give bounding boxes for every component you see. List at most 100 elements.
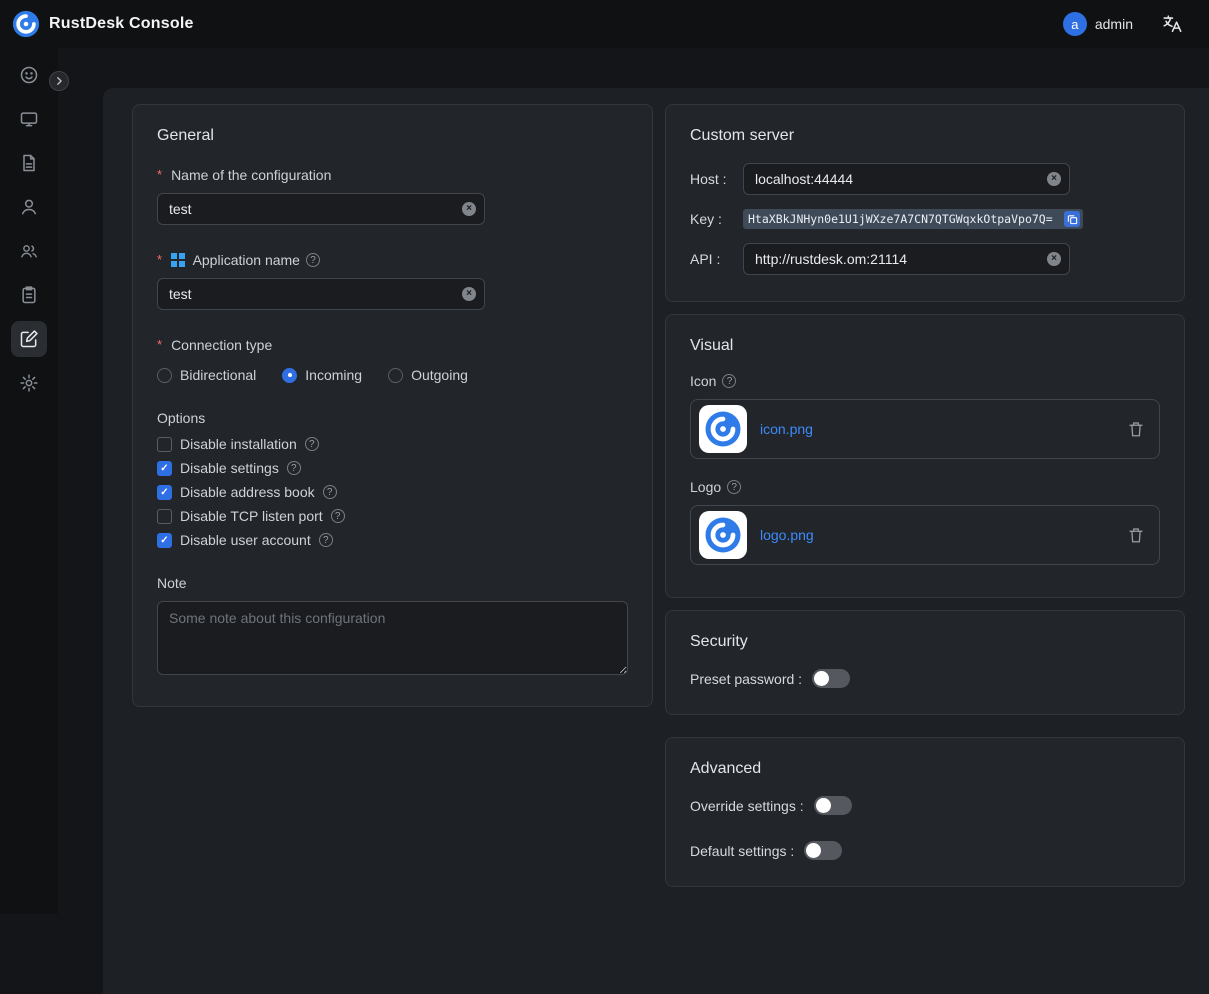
- option-disable-tcp-listen-port[interactable]: Disable TCP listen port: [157, 508, 628, 524]
- icon-file-link[interactable]: icon.png: [760, 421, 813, 437]
- key-label: Key :: [690, 211, 743, 227]
- preset-password-label: Preset password :: [690, 671, 802, 687]
- option-disable-user-account[interactable]: Disable user account: [157, 532, 628, 548]
- users-icon: [19, 241, 39, 261]
- key-value-field: HtaXBkJNHyn0e1U1jWXze7A7CN7QTGWqxkOtpaVp…: [743, 209, 1083, 229]
- security-title: Security: [690, 633, 1160, 651]
- gear-icon: [19, 373, 39, 393]
- name-field-label: Name of the configuration: [157, 167, 628, 183]
- logo-file-box: logo.png: [690, 505, 1160, 565]
- note-textarea[interactable]: [157, 601, 628, 675]
- copy-icon[interactable]: [1064, 211, 1080, 227]
- default-settings-label: Default settings :: [690, 843, 794, 859]
- api-input[interactable]: [743, 243, 1070, 275]
- app-name-label: Application name: [157, 252, 628, 268]
- clear-icon[interactable]: [1047, 172, 1061, 186]
- sidebar-collapse-button[interactable]: [49, 71, 69, 91]
- option-disable-address-book[interactable]: Disable address book: [157, 484, 628, 500]
- security-card: Security Preset password :: [665, 610, 1185, 715]
- checkbox[interactable]: [157, 485, 172, 500]
- rustdesk-logo-icon: [12, 10, 40, 38]
- help-icon[interactable]: [331, 509, 345, 523]
- note-label: Note: [157, 575, 628, 591]
- sidebar: [0, 48, 58, 914]
- logo-file-link[interactable]: logo.png: [760, 527, 814, 543]
- radio-dot[interactable]: [388, 368, 403, 383]
- help-icon[interactable]: [319, 533, 333, 547]
- required-asterisk: [157, 252, 165, 268]
- clear-icon[interactable]: [1047, 252, 1061, 266]
- key-value: HtaXBkJNHyn0e1U1jWXze7A7CN7QTGWqxkOtpaVp…: [748, 212, 1060, 226]
- top-bar: RustDesk Console a admin: [0, 0, 1209, 48]
- radio-dot[interactable]: [157, 368, 172, 383]
- document-icon: [19, 153, 39, 173]
- help-icon[interactable]: [727, 480, 741, 494]
- preset-password-toggle[interactable]: [812, 669, 850, 688]
- app-title: RustDesk Console: [49, 15, 194, 33]
- preset-password-row: Preset password :: [690, 669, 1160, 688]
- help-icon[interactable]: [722, 374, 736, 388]
- clipboard-icon: [19, 285, 39, 305]
- brand: RustDesk Console: [12, 10, 194, 38]
- logo-label: Logo: [690, 479, 1160, 495]
- general-title: General: [157, 127, 628, 145]
- api-label: API :: [690, 251, 743, 267]
- sidebar-item-users[interactable]: [11, 189, 47, 225]
- icon-label: Icon: [690, 373, 1160, 389]
- monitor-icon: [19, 109, 39, 129]
- icon-preview: [699, 405, 747, 453]
- icon-file-box: icon.png: [690, 399, 1160, 459]
- config-name-input[interactable]: [157, 193, 485, 225]
- sidebar-item-custom-clients[interactable]: [11, 321, 47, 357]
- sidebar-item-audit[interactable]: [11, 277, 47, 313]
- required-asterisk: [157, 167, 165, 183]
- options-label: Options: [157, 410, 628, 426]
- windows-icon: [171, 253, 185, 267]
- connection-type-group: Bidirectional Incoming Outgoing: [157, 367, 628, 383]
- logo-preview: [699, 511, 747, 559]
- avatar[interactable]: a: [1063, 12, 1087, 36]
- radio-dot[interactable]: [282, 368, 297, 383]
- sidebar-item-settings[interactable]: [11, 365, 47, 401]
- clear-icon[interactable]: [462, 202, 476, 216]
- radio-incoming[interactable]: Incoming: [282, 367, 362, 383]
- application-name-input[interactable]: [157, 278, 485, 310]
- checkbox[interactable]: [157, 461, 172, 476]
- option-disable-settings[interactable]: Disable settings: [157, 460, 628, 476]
- option-disable-installation[interactable]: Disable installation: [157, 436, 628, 452]
- host-label: Host :: [690, 171, 743, 187]
- sidebar-item-overview[interactable]: [11, 57, 47, 93]
- radio-bidirectional[interactable]: Bidirectional: [157, 367, 256, 383]
- advanced-title: Advanced: [690, 760, 1160, 778]
- checkbox[interactable]: [157, 437, 172, 452]
- custom-server-card: Custom server Host : Key : HtaXBkJNHyn0e…: [665, 104, 1185, 302]
- checkbox[interactable]: [157, 533, 172, 548]
- radio-outgoing[interactable]: Outgoing: [388, 367, 468, 383]
- trash-icon[interactable]: [1127, 420, 1145, 438]
- help-icon[interactable]: [306, 253, 320, 267]
- default-settings-toggle[interactable]: [804, 841, 842, 860]
- custom-server-title: Custom server: [690, 127, 1160, 145]
- clear-icon[interactable]: [462, 287, 476, 301]
- help-icon[interactable]: [305, 437, 319, 451]
- trash-icon[interactable]: [1127, 526, 1145, 544]
- override-settings-toggle[interactable]: [814, 796, 852, 815]
- override-settings-label: Override settings :: [690, 798, 804, 814]
- sidebar-item-documents[interactable]: [11, 145, 47, 181]
- host-input[interactable]: [743, 163, 1070, 195]
- connection-type-label: Connection type: [157, 337, 628, 353]
- visual-title: Visual: [690, 337, 1160, 355]
- advanced-card: Advanced Override settings : Default set…: [665, 737, 1185, 887]
- username[interactable]: admin: [1095, 16, 1133, 32]
- sidebar-item-devices[interactable]: [11, 101, 47, 137]
- help-icon[interactable]: [323, 485, 337, 499]
- content-panel: General Name of the configuration Applic…: [103, 88, 1209, 994]
- user-icon: [19, 197, 39, 217]
- help-icon[interactable]: [287, 461, 301, 475]
- smiley-icon: [19, 65, 39, 85]
- translate-icon[interactable]: [1161, 13, 1183, 35]
- checkbox[interactable]: [157, 509, 172, 524]
- override-settings-row: Override settings :: [690, 796, 1160, 815]
- sidebar-item-groups[interactable]: [11, 233, 47, 269]
- edit-icon: [19, 329, 39, 349]
